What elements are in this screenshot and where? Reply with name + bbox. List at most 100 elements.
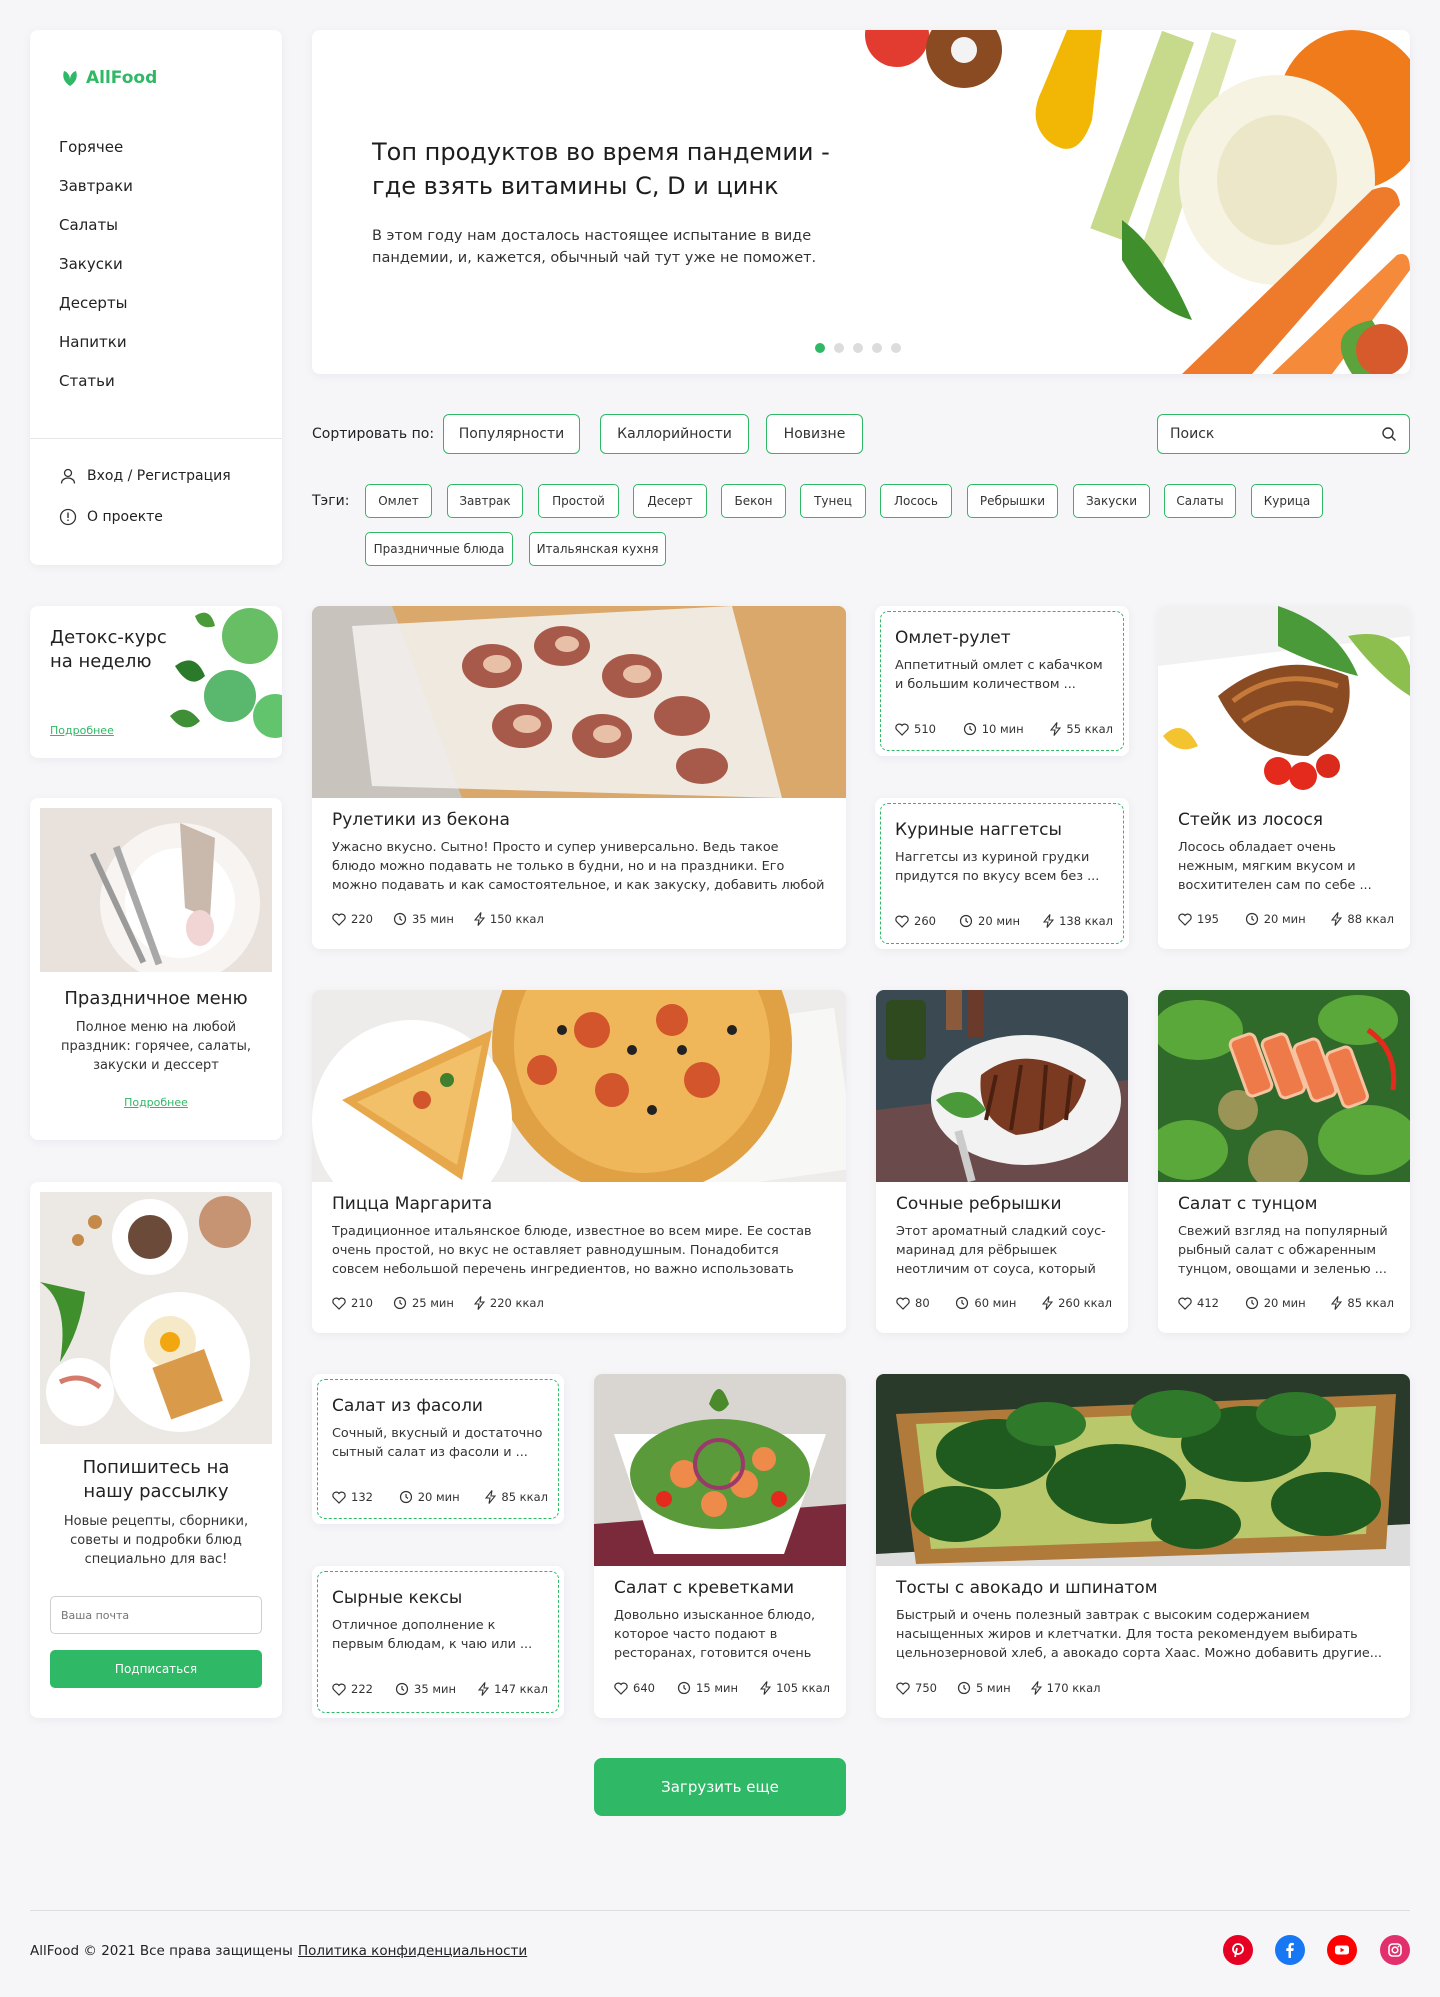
subscribe-button[interactable]: Подписаться	[50, 1650, 262, 1688]
nav-item-articles[interactable]: Статьи	[59, 362, 133, 401]
youtube-icon[interactable]	[1327, 1935, 1357, 1965]
likes[interactable]: 412	[1178, 1296, 1219, 1310]
timer-icon	[957, 1681, 971, 1695]
recipe-card-omelet-roll[interactable]: Омлет-рулет Аппетитный омлет с кабачком …	[875, 606, 1129, 756]
tag-salads[interactable]: Салаты	[1164, 484, 1236, 518]
calories: 147 ккал	[478, 1682, 548, 1696]
likes[interactable]: 260	[895, 914, 936, 928]
facebook-icon[interactable]	[1275, 1935, 1305, 1965]
tag-italian-cuisine[interactable]: Итальянская кухня	[529, 532, 666, 566]
heart-icon	[1178, 1297, 1192, 1310]
slider-dot[interactable]	[815, 343, 825, 353]
lightning-icon	[473, 1296, 485, 1310]
recipe-card-chicken-nuggets[interactable]: Куриные наггетсы Наггетсы из куриной гру…	[875, 798, 1129, 949]
logo[interactable]: AllFood	[60, 68, 157, 88]
recipe-card-pizza-margherita[interactable]: Пицца Маргарита Традиционное итальянское…	[312, 990, 846, 1333]
slider-dot[interactable]	[853, 343, 863, 353]
timer-icon	[395, 1682, 409, 1696]
likes[interactable]: 80	[896, 1296, 930, 1310]
tag-tuna[interactable]: Тунец	[800, 484, 866, 518]
kcal-value: 150 ккал	[489, 912, 544, 926]
timer-icon	[1245, 1296, 1258, 1310]
festive-menu-card[interactable]: Праздничное меню Полное меню на любой пр…	[30, 798, 282, 1140]
kcal-value: 55 ккал	[1066, 722, 1113, 736]
search-input[interactable]	[1170, 426, 1381, 442]
search-icon[interactable]	[1381, 426, 1397, 442]
heart-icon	[332, 1297, 346, 1310]
load-more-button[interactable]: Загрузить еще	[594, 1758, 846, 1816]
login-link[interactable]: Вход / Регистрация	[59, 467, 231, 485]
recipe-card-shrimp-salad[interactable]: Салат с креветками Довольно изысканное б…	[594, 1374, 846, 1718]
tag-snacks[interactable]: Закуски	[1073, 484, 1150, 518]
nav-item-salads[interactable]: Салаты	[59, 206, 133, 245]
likes[interactable]: 220	[332, 912, 373, 926]
tag-salmon[interactable]: Лосось	[880, 484, 952, 518]
recipe-card-avocado-toast[interactable]: Тосты с авокадо и шпинатом Быстрый и оче…	[876, 1374, 1410, 1718]
sort-calories-button[interactable]: Каллорийности	[600, 414, 749, 454]
likes-count: 510	[914, 722, 936, 736]
sort-newest-button[interactable]: Новизне	[766, 414, 863, 454]
tag-simple[interactable]: Простой	[538, 484, 619, 518]
email-input[interactable]	[50, 1596, 262, 1634]
sidebar: AllFood Горячее Завтраки Салаты Закуски …	[30, 30, 282, 565]
slider-dot[interactable]	[834, 343, 844, 353]
pinterest-icon[interactable]	[1223, 1935, 1253, 1965]
tag-holiday-dishes[interactable]: Праздничные блюда	[365, 532, 513, 566]
slider-dot[interactable]	[891, 343, 901, 353]
likes[interactable]: 195	[1178, 912, 1219, 926]
likes[interactable]: 750	[896, 1681, 937, 1695]
nav-item-hot[interactable]: Горячее	[59, 128, 133, 167]
recipe-description: Лосось обладает очень нежным, мягким вку…	[1178, 840, 1372, 893]
search-box	[1157, 414, 1410, 454]
kcal-value: 138 ккал	[1059, 914, 1113, 928]
tag-omelet[interactable]: Омлет	[365, 484, 432, 518]
recipe-meta: 222 35 мин 147 ккал	[332, 1682, 548, 1696]
detox-more-link[interactable]: Подробнее	[50, 724, 114, 737]
leaf-logo-icon	[63, 71, 77, 86]
detox-promo-card[interactable]: Детокс-курс на неделю Подробнее	[30, 606, 282, 758]
slider-dot[interactable]	[872, 343, 882, 353]
recipe-card-bean-salad[interactable]: Салат из фасоли Сочный, вкусный и достат…	[312, 1374, 564, 1524]
nav-item-desserts[interactable]: Десерты	[59, 284, 133, 323]
likes[interactable]: 510	[895, 722, 936, 736]
kcal-value: 88 ккал	[1347, 912, 1394, 926]
tag-breakfast[interactable]: Завтрак	[447, 484, 523, 518]
recipe-card-bacon-rolls[interactable]: Рулетики из бекона Ужасно вкусно. Сытно!…	[312, 606, 846, 949]
nav-item-snacks[interactable]: Закуски	[59, 245, 133, 284]
sidebar-divider	[30, 438, 282, 439]
nav-item-drinks[interactable]: Напитки	[59, 323, 133, 362]
recipe-card-tuna-salad[interactable]: Салат с тунцом Свежий взгляд на популярн…	[1158, 990, 1410, 1333]
about-link[interactable]: О проекте	[59, 508, 163, 526]
recipe-card-salmon-steak[interactable]: Стейк из лосося Лосось обладает очень не…	[1158, 606, 1410, 949]
likes[interactable]: 210	[332, 1296, 373, 1310]
recipe-meta: 220 35 мин 150 ккал	[332, 912, 830, 926]
privacy-policy-link[interactable]: Политика конфиденциальности	[298, 1943, 527, 1959]
kcal-value: 105 ккал	[776, 1681, 830, 1695]
detox-drinks-image	[170, 608, 282, 738]
time-value: 20 мин	[1263, 1296, 1306, 1310]
recipe-card-cheese-muffins[interactable]: Сырные кексы Отличное дополнение к первы…	[312, 1566, 564, 1718]
heart-icon	[332, 1491, 346, 1504]
timer-icon	[677, 1681, 691, 1695]
festive-more-link[interactable]: Подробнее	[30, 1096, 282, 1109]
likes[interactable]: 222	[332, 1682, 373, 1696]
recipe-meta: 412 20 мин 85 ккал	[1178, 1296, 1394, 1310]
category-nav: Горячее Завтраки Салаты Закуски Десерты …	[59, 128, 133, 401]
tag-chicken[interactable]: Курица	[1251, 484, 1323, 518]
timer-icon	[1245, 912, 1258, 926]
likes[interactable]: 640	[614, 1681, 655, 1695]
heart-icon	[332, 913, 346, 926]
calories: 138 ккал	[1043, 914, 1113, 928]
tag-bacon[interactable]: Бекон	[721, 484, 786, 518]
recipe-card-juicy-ribs[interactable]: Сочные ребрышки Этот ароматный сладкий с…	[876, 990, 1128, 1333]
tag-dessert[interactable]: Десерт	[633, 484, 707, 518]
lightning-icon	[1030, 1681, 1042, 1695]
nav-item-breakfast[interactable]: Завтраки	[59, 167, 133, 206]
instagram-icon[interactable]	[1380, 1935, 1410, 1965]
bacon-rolls-image	[312, 606, 846, 798]
recipe-title: Куриные наггетсы	[895, 820, 1062, 840]
sort-popularity-button[interactable]: Популярности	[443, 414, 580, 454]
timer-icon	[963, 722, 976, 736]
tag-ribs[interactable]: Ребрышки	[967, 484, 1058, 518]
likes[interactable]: 132	[332, 1490, 373, 1504]
